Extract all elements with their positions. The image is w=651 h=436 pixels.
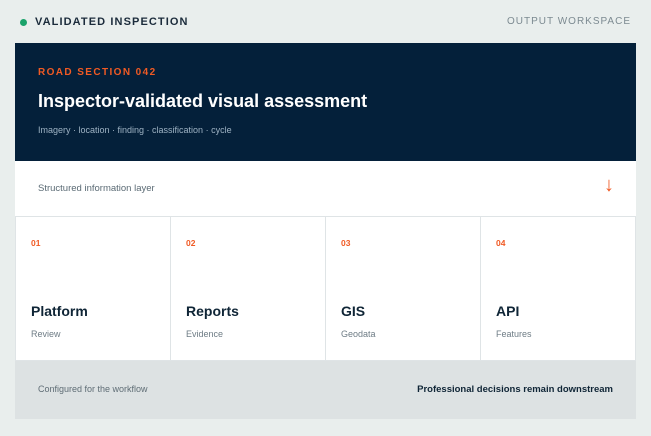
card-subtitle: Evidence xyxy=(186,329,224,339)
footer: Configured for the workflow Professional… xyxy=(15,361,636,419)
arrow-down-icon: ↓ xyxy=(604,174,614,196)
card-number: 04 xyxy=(496,238,506,248)
card-number: 02 xyxy=(186,238,196,248)
card-reports[interactable]: 02 Reports Evidence xyxy=(171,217,326,360)
output-cards: 01 Platform Review 02 Reports Evidence 0… xyxy=(15,217,636,361)
card-subtitle: Review xyxy=(31,329,61,339)
hero-panel: ROAD SECTION 042 Inspector-validated vis… xyxy=(15,43,636,161)
top-bar: VALIDATED INSPECTION OUTPUT WORKSPACE xyxy=(0,0,651,43)
road-section-label: ROAD SECTION 042 xyxy=(38,67,157,78)
footer-statement: Professional decisions remain downstream xyxy=(417,384,613,395)
card-subtitle: Features xyxy=(496,329,532,339)
card-title: Platform xyxy=(31,303,88,319)
card-subtitle: Geodata xyxy=(341,329,376,339)
page-title: Inspector-validated visual assessment xyxy=(38,91,368,111)
workspace-label: OUTPUT WORKSPACE xyxy=(507,16,631,27)
footer-note: Configured for the workflow xyxy=(38,384,148,394)
layer-label: Structured information layer xyxy=(38,183,155,194)
card-gis[interactable]: 03 GIS Geodata xyxy=(326,217,481,360)
card-number: 01 xyxy=(31,238,41,248)
status-label: VALIDATED INSPECTION xyxy=(35,16,189,28)
hero-meta: Imagery · location · finding · classific… xyxy=(38,125,232,135)
card-title: Reports xyxy=(186,303,239,319)
status-dot-icon xyxy=(20,18,27,26)
card-platform[interactable]: 01 Platform Review xyxy=(16,217,171,360)
card-title: API xyxy=(496,303,520,319)
card-number: 03 xyxy=(341,238,351,248)
card-api[interactable]: 04 API Features xyxy=(481,217,635,360)
status-indicator: VALIDATED INSPECTION xyxy=(20,16,189,28)
structured-layer-row: Structured information layer ↓ xyxy=(15,161,636,217)
card-title: GIS xyxy=(341,303,366,319)
